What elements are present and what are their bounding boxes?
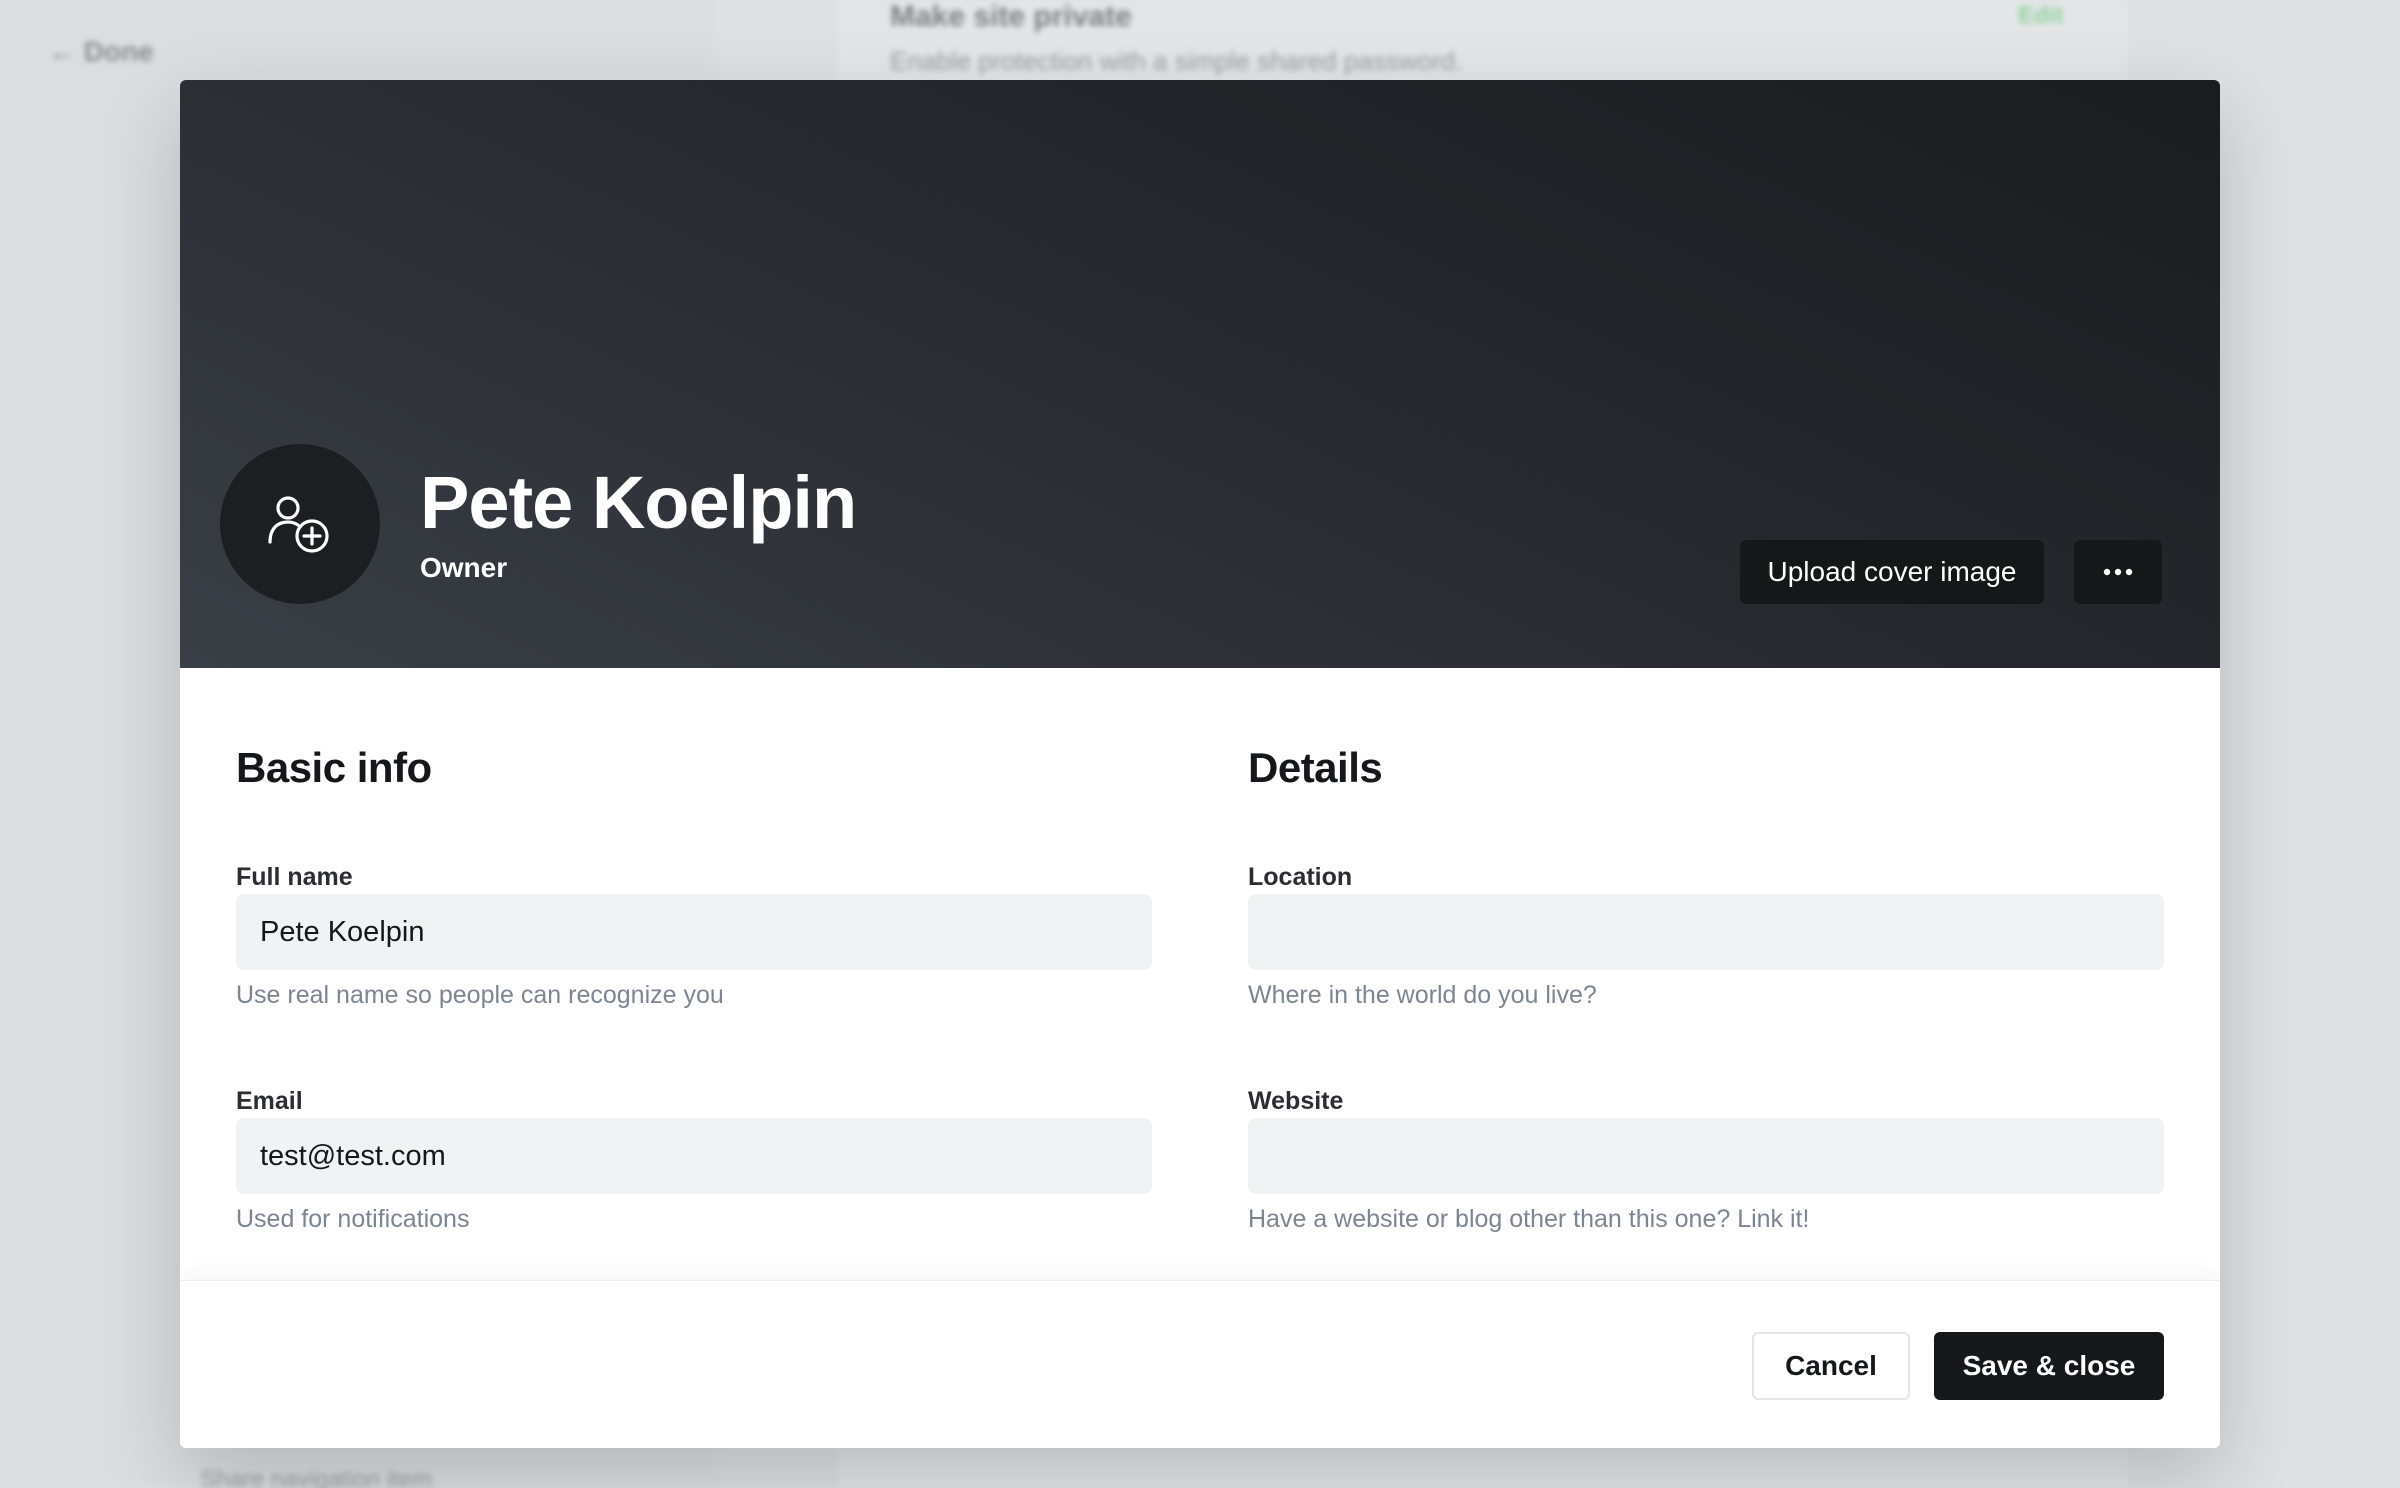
- ellipsis-icon: [2103, 568, 2133, 576]
- modal-footer: Cancel Save & close: [180, 1280, 2220, 1448]
- basic-info-heading: Basic info: [236, 744, 432, 791]
- cancel-button[interactable]: Cancel: [1752, 1332, 1910, 1400]
- upload-cover-image-button[interactable]: Upload cover image: [1740, 540, 2044, 604]
- email-input[interactable]: [236, 1118, 1152, 1194]
- website-label: Website: [1248, 1087, 1344, 1115]
- avatar-upload[interactable]: [220, 444, 380, 604]
- cover-image-area: Pete Koelpin Owner Upload cover image: [180, 80, 2220, 668]
- background-setting-title: Make site private: [890, 0, 1132, 33]
- profile-role: Owner: [420, 552, 508, 583]
- back-done-link: ← Done: [48, 36, 154, 67]
- website-hint: Have a website or blog other than this o…: [1248, 1205, 1810, 1233]
- background-setting-description: Enable protection with a simple shared p…: [890, 46, 1463, 76]
- email-hint: Used for notifications: [236, 1205, 470, 1233]
- location-input[interactable]: [1248, 894, 2164, 970]
- user-add-icon: [264, 488, 336, 560]
- full-name-label: Full name: [236, 863, 353, 891]
- location-label: Location: [1248, 863, 1353, 891]
- background-bottom-item: Share navigation item: [200, 1466, 433, 1488]
- full-name-input[interactable]: [236, 894, 1152, 970]
- save-and-close-button[interactable]: Save & close: [1934, 1332, 2164, 1400]
- profile-name: Pete Koelpin: [420, 461, 857, 544]
- background-edit-link: Edit: [2018, 2, 2064, 29]
- full-name-hint: Use real name so people can recognize yo…: [236, 981, 724, 1009]
- website-input[interactable]: [1248, 1118, 2164, 1194]
- email-label: Email: [236, 1087, 303, 1115]
- profile-modal: Pete Koelpin Owner Upload cover image Ba…: [180, 80, 2220, 1448]
- location-hint: Where in the world do you live?: [1248, 981, 1597, 1009]
- details-heading: Details: [1248, 744, 1383, 791]
- more-options-button[interactable]: [2074, 540, 2162, 604]
